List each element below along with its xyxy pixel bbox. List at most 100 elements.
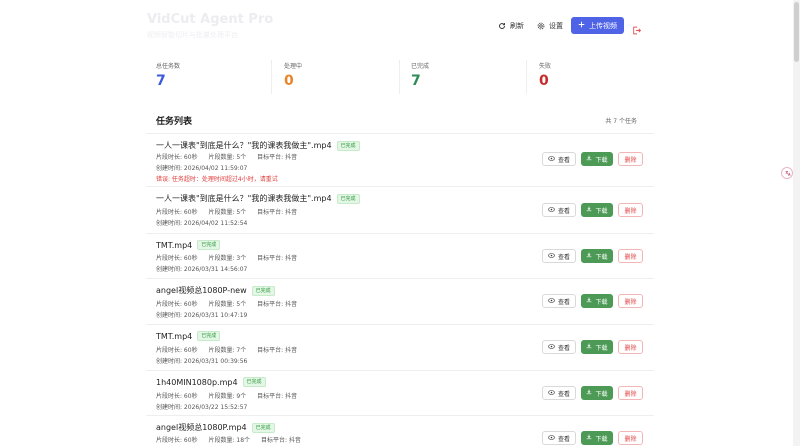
task-created: 创建时间: 2026/04/02 11:59:07 <box>156 165 248 172</box>
view-label: 查看 <box>557 253 570 261</box>
gear-icon <box>537 22 545 30</box>
view-label: 查看 <box>557 344 570 352</box>
eye-icon <box>548 434 555 442</box>
task-meta: 片段时长: 60秒 片段数量: 9个 目标平台: 抖音 <box>156 391 306 400</box>
upload-label: 上传视频 <box>589 21 617 30</box>
task-created: 创建时间: 2026/03/31 10:47:19 <box>156 312 248 319</box>
view-button[interactable]: 查看 <box>542 249 576 263</box>
task-list-title: 任务列表 <box>156 117 193 127</box>
delete-button[interactable]: 删除 <box>618 249 643 263</box>
task-platform: 目标平台: 抖音 <box>257 301 298 308</box>
download-button[interactable]: 下载 <box>581 340 613 354</box>
task-meta: 片段时长: 60秒 片段数量: 7个 目标平台: 抖音 <box>156 345 306 354</box>
view-label: 查看 <box>557 207 570 215</box>
app-title: VidCut Agent Pro <box>147 12 274 27</box>
task-platform: 目标平台: 抖音 <box>257 154 298 161</box>
task-list-header: 任务列表 共 7 个任务 <box>146 104 654 134</box>
scrollbar-thumb[interactable] <box>794 2 799 62</box>
delete-label: 删除 <box>624 435 637 443</box>
task-platform: 目标平台: 抖音 <box>257 255 298 262</box>
stat-label: 处理中 <box>284 63 303 70</box>
upload-video-button[interactable]: 上传视频 <box>571 17 624 34</box>
scrollbar[interactable] <box>793 0 800 446</box>
status-badge: 已完成 <box>336 193 360 204</box>
download-label: 下载 <box>595 156 608 164</box>
view-button[interactable]: 查看 <box>542 203 576 217</box>
task-clip-count: 片段数量: 9个 <box>208 393 247 400</box>
download-icon <box>586 434 592 442</box>
view-label: 查看 <box>557 298 570 306</box>
task-duration: 片段时长: 60秒 <box>156 437 198 444</box>
download-button[interactable]: 下载 <box>581 203 613 217</box>
logout-icon[interactable] <box>632 20 643 35</box>
delete-button[interactable]: 删除 <box>618 203 643 217</box>
delete-button[interactable]: 删除 <box>618 152 643 166</box>
task-row: TMT.mp4 已完成 片段时长: 60秒 片段数量: 7个 目标平台: 抖音 … <box>146 325 654 371</box>
task-name: 1h40MIN1080p.mp4 <box>156 377 238 387</box>
task-meta: 片段时长: 60秒 片段数量: 5个 目标平台: 抖音 <box>156 152 306 161</box>
stat-value: 7 <box>411 73 421 89</box>
status-badge: 已完成 <box>197 331 221 341</box>
task-duration: 片段时长: 60秒 <box>156 393 198 400</box>
plus-icon <box>578 21 585 30</box>
download-icon <box>586 155 592 163</box>
download-label: 下载 <box>595 298 608 306</box>
eye-icon <box>548 297 555 305</box>
delete-label: 删除 <box>624 344 637 352</box>
app-subtitle: 视频智能切片与批量处理平台 <box>147 31 238 39</box>
task-clip-count: 片段数量: 5个 <box>208 209 247 216</box>
task-count: 共 7 个任务 <box>605 118 637 125</box>
view-label: 查看 <box>557 156 570 164</box>
settings-button[interactable]: 设置 <box>537 18 563 34</box>
delete-button[interactable]: 删除 <box>618 386 643 400</box>
task-row: TMT.mp4 已完成 片段时长: 60秒 片段数量: 3个 目标平台: 抖音 … <box>146 234 654 279</box>
task-clip-count: 片段数量: 5个 <box>208 301 247 308</box>
download-label: 下载 <box>595 207 608 215</box>
eye-icon <box>548 206 555 214</box>
task-name: angel视频总1080P-new <box>156 286 247 295</box>
task-clip-count: 片段数量: 7个 <box>208 347 247 354</box>
download-label: 下载 <box>595 390 608 398</box>
task-duration: 片段时长: 60秒 <box>156 301 198 308</box>
view-button[interactable]: 查看 <box>542 152 576 166</box>
view-button[interactable]: 查看 <box>542 294 576 308</box>
stat-completed: 已完成 7 <box>401 54 519 98</box>
divider <box>399 60 400 94</box>
delete-button[interactable]: 删除 <box>618 431 643 445</box>
task-clip-count: 片段数量: 5个 <box>208 154 247 161</box>
eye-icon <box>548 343 555 351</box>
view-button[interactable]: 查看 <box>542 386 576 400</box>
delete-button[interactable]: 删除 <box>618 294 643 308</box>
download-button[interactable]: 下载 <box>581 152 613 166</box>
task-error: 错误: 任务超时：处理时间超过4小时，请重试 <box>156 176 278 183</box>
download-label: 下载 <box>595 253 608 261</box>
task-platform: 目标平台: 抖音 <box>257 209 298 216</box>
task-platform: 目标平台: 抖音 <box>261 437 301 444</box>
task-meta: 片段时长: 60秒 片段数量: 5个 目标平台: 抖音 <box>156 207 306 216</box>
view-button[interactable]: 查看 <box>542 431 576 445</box>
stat-processing: 处理中 0 <box>274 54 392 98</box>
refresh-button[interactable]: 刷新 <box>498 18 524 34</box>
task-name: TMT.mp4 <box>156 240 193 250</box>
task-meta: 片段时长: 60秒 片段数量: 3个 目标平台: 抖音 <box>156 253 306 262</box>
download-button[interactable]: 下载 <box>581 386 613 400</box>
divider <box>271 60 272 94</box>
task-platform: 目标平台: 抖音 <box>257 347 298 354</box>
delete-button[interactable]: 删除 <box>618 340 643 354</box>
task-row: 一人一课表"到底是什么？"我的课表我做主".mp4 已完成 片段时长: 60秒 … <box>146 187 654 234</box>
stat-value: 0 <box>539 73 549 89</box>
stat-total: 总任务数 7 <box>146 54 264 98</box>
stats-panel: 总任务数 7 处理中 0 已完成 7 失败 0 <box>146 54 654 98</box>
task-name: 一人一课表"到底是什么？"我的课表我做主".mp4 <box>156 194 332 203</box>
download-button[interactable]: 下载 <box>581 294 613 308</box>
stat-label: 已完成 <box>411 63 430 70</box>
stat-label: 总任务数 <box>156 63 181 70</box>
download-button[interactable]: 下载 <box>581 249 613 263</box>
translate-extension-icon[interactable] <box>781 167 793 179</box>
task-clip-count: 片段数量: 3个 <box>208 255 247 262</box>
task-created: 创建时间: 2026/03/31 00:39:56 <box>156 358 248 365</box>
download-button[interactable]: 下载 <box>581 431 613 445</box>
top-header: VidCut Agent Pro 视频智能切片与批量处理平台 刷新 设置 上传视… <box>0 0 800 50</box>
delete-label: 删除 <box>624 390 637 398</box>
view-button[interactable]: 查看 <box>542 340 576 354</box>
